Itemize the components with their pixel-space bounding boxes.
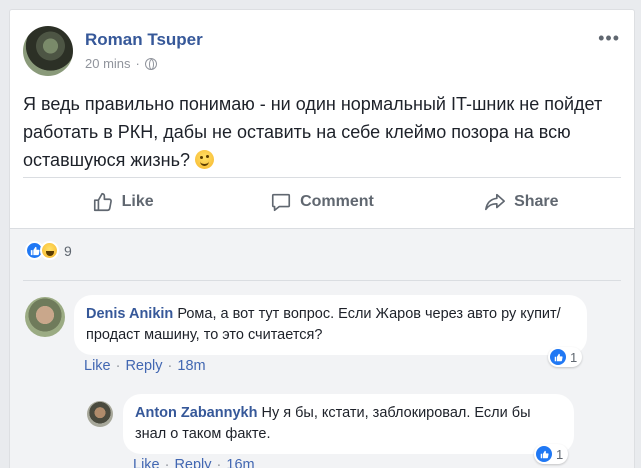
divider xyxy=(23,280,621,281)
post-time[interactable]: 20 mins xyxy=(85,56,131,71)
like-label: Like xyxy=(121,193,154,210)
like-button[interactable]: Like xyxy=(23,178,222,226)
comment-author[interactable]: Anton Zabannykh xyxy=(135,405,257,421)
like-reaction-icon xyxy=(550,349,566,365)
post-author[interactable]: Roman Tsuper xyxy=(85,30,203,50)
post-text: Я ведь правильно понимаю - ни один норма… xyxy=(23,94,603,170)
post-meta: 20 mins · xyxy=(85,56,157,71)
commenter-avatar[interactable] xyxy=(87,401,113,427)
comment-actions: Like · Reply · 16m xyxy=(133,457,255,468)
meta-separator: · xyxy=(135,56,140,71)
comments-section: 9 Denis Anikin Рома, а вот тут вопрос. Е… xyxy=(10,228,634,468)
comment-like-link[interactable]: Like xyxy=(84,358,111,374)
comment-like-link[interactable]: Like xyxy=(133,457,160,468)
separator-dot: · xyxy=(216,457,222,468)
comment-author[interactable]: Denis Anikin xyxy=(86,306,173,322)
separator-dot: · xyxy=(167,358,173,374)
post-actions: Like Comment Share xyxy=(23,178,621,226)
share-label: Share xyxy=(514,193,559,210)
share-button[interactable]: Share xyxy=(422,178,621,226)
separator-dot: · xyxy=(115,358,121,374)
comment-reaction-count: 1 xyxy=(570,349,578,365)
comment-time[interactable]: 16m xyxy=(226,457,254,468)
comment-label: Comment xyxy=(300,193,374,210)
comment-reply-link[interactable]: Reply xyxy=(174,457,211,468)
post-body: Я ведь правильно понимаю - ни один норма… xyxy=(23,90,623,174)
commenter-avatar[interactable] xyxy=(25,297,65,337)
reactions-summary[interactable]: 9 xyxy=(25,241,72,260)
comment-time[interactable]: 18m xyxy=(177,358,205,374)
comment-reply-link[interactable]: Reply xyxy=(125,358,162,374)
more-options-icon[interactable]: ••• xyxy=(598,28,620,49)
comment-actions: Like · Reply · 18m xyxy=(84,358,206,374)
comment-button[interactable]: Comment xyxy=(222,178,421,226)
haha-reaction-icon xyxy=(40,241,59,260)
share-arrow-icon xyxy=(485,193,506,211)
like-reaction-icon xyxy=(536,446,552,462)
comment-reaction-count: 1 xyxy=(556,446,564,462)
thumbs-up-icon xyxy=(93,192,112,212)
comment-bubble-icon xyxy=(272,193,291,212)
comment-bubble: Denis Anikin Рома, а вот тут вопрос. Есл… xyxy=(74,295,587,355)
comment-bubble: Anton Zabannykh Ну я бы, кстати, заблоки… xyxy=(123,394,574,454)
comment-reaction-badge[interactable]: 1 xyxy=(534,444,569,464)
separator-dot: · xyxy=(164,457,170,468)
post-card: Roman Tsuper 20 mins · ••• Я ведь правил… xyxy=(9,9,635,468)
comment-reaction-badge[interactable]: 1 xyxy=(548,347,583,367)
author-avatar[interactable] xyxy=(23,26,73,76)
reaction-count: 9 xyxy=(64,242,72,259)
globe-icon[interactable] xyxy=(144,57,157,70)
wink-emoji-icon xyxy=(195,150,215,169)
